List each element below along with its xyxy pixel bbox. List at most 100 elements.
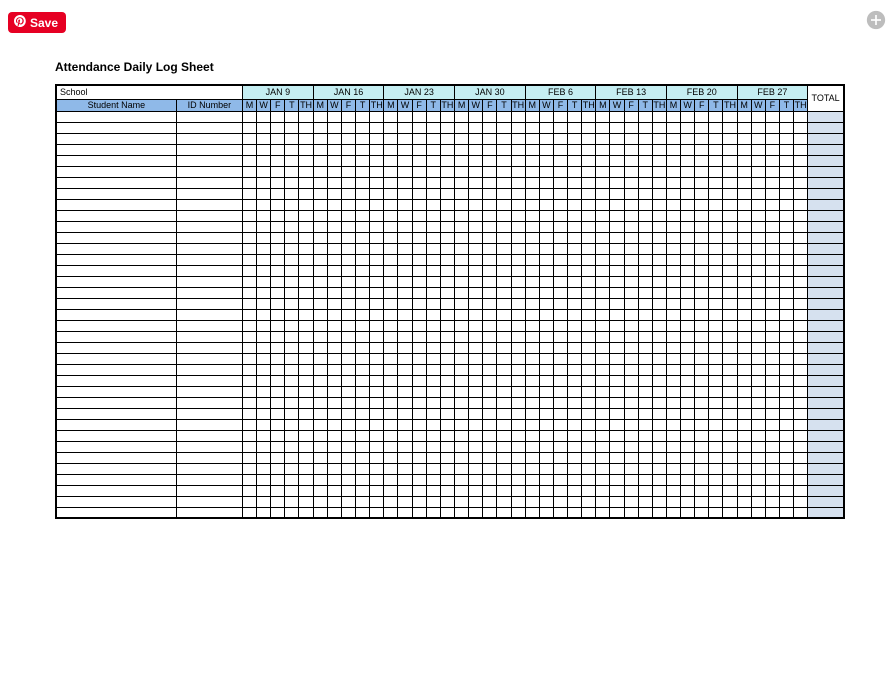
attendance-cell[interactable] (582, 122, 596, 133)
attendance-cell[interactable] (624, 155, 638, 166)
attendance-cell[interactable] (666, 408, 680, 419)
attendance-cell[interactable] (327, 375, 341, 386)
id-number-cell[interactable] (176, 375, 242, 386)
attendance-cell[interactable] (610, 276, 624, 287)
attendance-cell[interactable] (723, 386, 737, 397)
attendance-cell[interactable] (582, 375, 596, 386)
attendance-cell[interactable] (624, 298, 638, 309)
attendance-cell[interactable] (666, 199, 680, 210)
attendance-cell[interactable] (681, 276, 695, 287)
attendance-cell[interactable] (398, 177, 412, 188)
attendance-cell[interactable] (794, 320, 808, 331)
attendance-cell[interactable] (666, 309, 680, 320)
attendance-cell[interactable] (751, 441, 765, 452)
attendance-cell[interactable] (709, 507, 723, 518)
student-name-cell[interactable] (56, 232, 176, 243)
attendance-cell[interactable] (327, 232, 341, 243)
attendance-cell[interactable] (751, 221, 765, 232)
attendance-cell[interactable] (582, 210, 596, 221)
id-number-cell[interactable] (176, 254, 242, 265)
attendance-cell[interactable] (765, 298, 779, 309)
attendance-cell[interactable] (638, 507, 652, 518)
attendance-cell[interactable] (285, 221, 299, 232)
attendance-cell[interactable] (553, 507, 567, 518)
attendance-cell[interactable] (469, 265, 483, 276)
attendance-cell[interactable] (666, 342, 680, 353)
attendance-cell[interactable] (511, 419, 525, 430)
attendance-cell[interactable] (779, 331, 793, 342)
attendance-cell[interactable] (553, 496, 567, 507)
attendance-cell[interactable] (709, 111, 723, 122)
attendance-cell[interactable] (553, 144, 567, 155)
attendance-cell[interactable] (370, 430, 384, 441)
attendance-cell[interactable] (610, 309, 624, 320)
attendance-cell[interactable] (539, 221, 553, 232)
attendance-cell[interactable] (398, 463, 412, 474)
attendance-cell[interactable] (723, 144, 737, 155)
attendance-cell[interactable] (356, 111, 370, 122)
attendance-cell[interactable] (497, 276, 511, 287)
id-number-cell[interactable] (176, 452, 242, 463)
attendance-cell[interactable] (384, 353, 398, 364)
attendance-cell[interactable] (723, 331, 737, 342)
attendance-cell[interactable] (610, 232, 624, 243)
attendance-cell[interactable] (539, 496, 553, 507)
attendance-cell[interactable] (341, 276, 355, 287)
attendance-cell[interactable] (723, 496, 737, 507)
id-number-cell[interactable] (176, 276, 242, 287)
attendance-cell[interactable] (638, 419, 652, 430)
attendance-cell[interactable] (511, 122, 525, 133)
attendance-cell[interactable] (568, 408, 582, 419)
attendance-cell[interactable] (779, 364, 793, 375)
attendance-cell[interactable] (285, 452, 299, 463)
attendance-cell[interactable] (596, 331, 610, 342)
attendance-cell[interactable] (723, 133, 737, 144)
attendance-cell[interactable] (709, 188, 723, 199)
attendance-cell[interactable] (681, 342, 695, 353)
attendance-cell[interactable] (398, 265, 412, 276)
attendance-cell[interactable] (285, 474, 299, 485)
attendance-cell[interactable] (299, 232, 313, 243)
attendance-cell[interactable] (426, 441, 440, 452)
attendance-cell[interactable] (511, 485, 525, 496)
attendance-cell[interactable] (737, 353, 751, 364)
attendance-cell[interactable] (412, 111, 426, 122)
attendance-cell[interactable] (751, 166, 765, 177)
attendance-cell[interactable] (341, 155, 355, 166)
attendance-cell[interactable] (257, 265, 271, 276)
attendance-cell[interactable] (751, 320, 765, 331)
attendance-cell[interactable] (709, 144, 723, 155)
attendance-cell[interactable] (398, 309, 412, 320)
attendance-cell[interactable] (327, 331, 341, 342)
attendance-cell[interactable] (652, 298, 666, 309)
attendance-cell[interactable] (299, 111, 313, 122)
attendance-cell[interactable] (553, 342, 567, 353)
attendance-cell[interactable] (257, 210, 271, 221)
attendance-cell[interactable] (553, 243, 567, 254)
attendance-cell[interactable] (242, 155, 256, 166)
attendance-cell[interactable] (271, 507, 285, 518)
attendance-cell[interactable] (271, 474, 285, 485)
attendance-cell[interactable] (582, 133, 596, 144)
attendance-cell[interactable] (327, 177, 341, 188)
attendance-cell[interactable] (299, 441, 313, 452)
attendance-cell[interactable] (285, 485, 299, 496)
attendance-cell[interactable] (624, 364, 638, 375)
attendance-cell[interactable] (751, 265, 765, 276)
attendance-cell[interactable] (370, 122, 384, 133)
attendance-cell[interactable] (242, 463, 256, 474)
id-number-cell[interactable] (176, 221, 242, 232)
attendance-cell[interactable] (525, 287, 539, 298)
attendance-cell[interactable] (299, 254, 313, 265)
attendance-cell[interactable] (737, 496, 751, 507)
attendance-cell[interactable] (440, 309, 454, 320)
attendance-cell[interactable] (271, 397, 285, 408)
attendance-cell[interactable] (412, 342, 426, 353)
attendance-cell[interactable] (483, 507, 497, 518)
attendance-cell[interactable] (568, 463, 582, 474)
attendance-cell[interactable] (652, 375, 666, 386)
attendance-cell[interactable] (384, 254, 398, 265)
attendance-cell[interactable] (723, 254, 737, 265)
attendance-cell[interactable] (398, 298, 412, 309)
attendance-cell[interactable] (440, 397, 454, 408)
